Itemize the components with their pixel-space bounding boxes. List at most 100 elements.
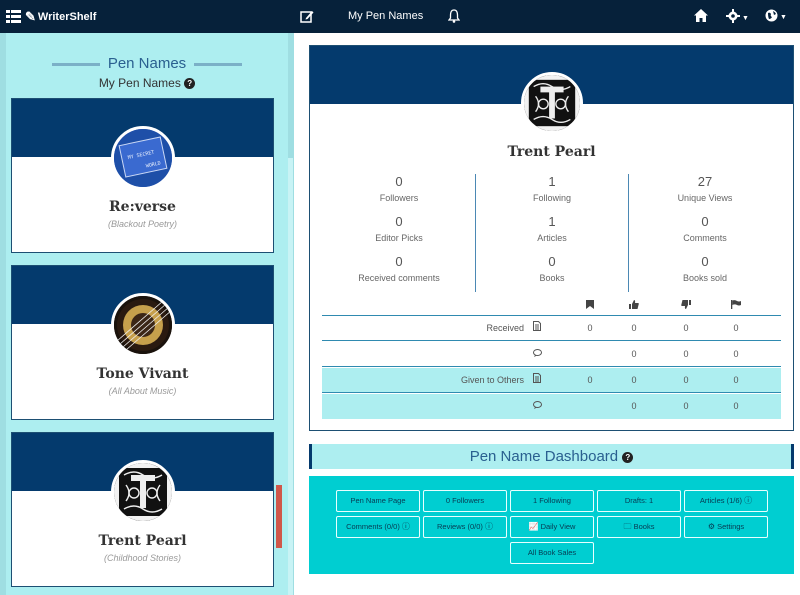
daily-view-button[interactable]: 📈 Daily View — [510, 516, 594, 538]
bookmark-count: 0 — [587, 323, 593, 333]
stats-divider — [475, 174, 476, 292]
reviews-button-label: Reviews (0/0) — [437, 522, 483, 531]
caret-down-icon: ▼ — [780, 14, 787, 22]
panel-left-border — [0, 33, 6, 595]
dashboard-heading: Pen Name Dashboard ? — [309, 444, 794, 469]
followers-count: 0 — [395, 174, 403, 189]
writershelf-logo[interactable]: ✎ WriterShelf — [25, 8, 96, 26]
gear-settings-icon[interactable]: ▼ — [726, 9, 749, 28]
panel-scrollbar-track[interactable] — [288, 158, 293, 595]
pen-name-genre: (Childhood Stories) — [103, 553, 182, 563]
pen-name-page-button[interactable]: Pen Name Page — [336, 490, 420, 512]
info-icon: ⓘ — [484, 522, 493, 531]
pen-name-card-reverse[interactable]: MY SECRET WORLD Re:verse (Blackout Poetry… — [11, 98, 274, 253]
dislikes-count: 0 — [683, 375, 689, 385]
bookmark-count: 0 — [587, 375, 593, 385]
pen-names-panel: Pen Names My Pen Names ? MY SECRET WORLD … — [0, 33, 294, 595]
likes-count: 0 — [631, 401, 637, 411]
books-button-label: Books — [633, 522, 655, 531]
articles-button[interactable]: Articles (1/6) ⓘ — [684, 490, 768, 512]
my-pen-names-label: My Pen Names — [98, 76, 181, 90]
drafts-button[interactable]: Drafts: 1 — [597, 490, 681, 512]
home-icon[interactable] — [694, 9, 708, 27]
comments-label: Comments — [683, 233, 727, 243]
panel-scrollbar-thumb[interactable] — [276, 485, 282, 548]
pen-names-heading: Pen Names — [6, 55, 288, 72]
edit-icon[interactable] — [300, 9, 314, 28]
avatar — [111, 460, 175, 524]
dashboard-panel: Pen Name Page 0 Followers 1 Following Dr… — [309, 476, 794, 574]
books-button[interactable]: 🗀 Books — [597, 516, 681, 538]
bookmark-count — [578, 394, 602, 419]
heading-dash — [194, 62, 243, 66]
globe-icon[interactable]: ▼ — [765, 9, 787, 27]
articles-label: Articles — [537, 233, 567, 243]
document-icon — [530, 316, 544, 341]
pen-name: Trent Pearl — [98, 533, 187, 549]
dislikes-count: 0 — [683, 323, 689, 333]
grid-menu-icon[interactable] — [6, 10, 21, 23]
comments-button[interactable]: Comments (0/0) ⓘ — [336, 516, 420, 538]
stats-column-1: 0 Followers 0 Editor Picks 0 Received co… — [324, 174, 474, 294]
comments-button-label: Comments (0/0) — [346, 522, 400, 531]
gear-icon: ⚙ — [707, 522, 715, 531]
summary-row-received-comments: 0 0 0 — [322, 342, 781, 367]
logo-mark-icon: ✎ — [25, 9, 36, 24]
top-navbar: ✎ WriterShelf My Pen Names ▼ ▼ — [0, 0, 800, 33]
comment-icon — [530, 394, 544, 419]
summary-row-received: Received 0 0 0 0 — [322, 316, 781, 341]
row-label: Given to Others — [460, 375, 524, 385]
likes-count: 0 — [631, 323, 637, 333]
stats-divider — [628, 174, 629, 292]
logo-text: WriterShelf — [37, 11, 97, 23]
stats-column-3: 27 Unique Views 0 Comments 0 Books sold — [630, 174, 780, 294]
pen-name-genre: (Blackout Poetry) — [107, 219, 178, 229]
pen-name: Tone Vivant — [96, 366, 189, 382]
followers-button[interactable]: 0 Followers — [423, 490, 507, 512]
help-icon[interactable]: ? — [184, 78, 196, 90]
all-book-sales-button[interactable]: All Book Sales — [510, 542, 594, 564]
bookmark-count — [578, 342, 602, 367]
nav-title[interactable]: My Pen Names — [348, 10, 423, 22]
likes-count: 0 — [631, 349, 637, 359]
books-sold-label: Books sold — [682, 273, 728, 283]
reviews-button[interactable]: Reviews (0/0) ⓘ — [423, 516, 507, 538]
dashboard-title: Pen Name Dashboard — [469, 448, 619, 465]
row-label — [322, 342, 524, 367]
avatar — [111, 293, 175, 357]
help-icon[interactable]: ? — [622, 451, 634, 463]
articles-button-label: Articles (1/6) — [699, 496, 742, 505]
stats-column-2: 1 Following 1 Articles 0 Books — [477, 174, 627, 294]
bookmark-icon — [578, 296, 602, 316]
settings-button-label: Settings — [717, 522, 745, 531]
books-count: 0 — [548, 254, 556, 269]
document-icon — [530, 368, 544, 393]
dislikes-count: 0 — [683, 349, 689, 359]
summary-row-given: Given to Others 0 0 0 0 — [322, 368, 781, 393]
row-label — [322, 394, 524, 419]
comment-icon — [530, 342, 544, 367]
avatar: MY SECRET WORLD — [111, 126, 175, 190]
pen-names-title: Pen Names — [107, 55, 187, 72]
dislikes-count: 0 — [683, 401, 689, 411]
heading-dash — [51, 62, 100, 66]
received-comments-count: 0 — [395, 254, 403, 269]
bell-icon[interactable] — [447, 9, 461, 28]
line-chart-icon: 📈 — [528, 522, 539, 531]
profile-card: Trent Pearl 0 Followers 0 Editor Picks 0… — [309, 45, 794, 431]
flags-count: 0 — [733, 349, 739, 359]
following-label: Following — [532, 193, 572, 203]
pen-name-card-tone-vivant[interactable]: Tone Vivant (All About Music) — [11, 265, 274, 420]
settings-button[interactable]: ⚙ Settings — [684, 516, 768, 538]
flags-count: 0 — [733, 401, 739, 411]
editor-picks-count: 0 — [395, 214, 403, 229]
my-pen-names-subheading: My Pen Names ? — [6, 76, 288, 90]
pen-name-card-trent-pearl[interactable]: Trent Pearl (Childhood Stories) — [11, 432, 274, 587]
folder-icon: 🗀 — [623, 522, 632, 531]
info-icon: ⓘ — [401, 522, 410, 531]
following-button[interactable]: 1 Following — [510, 490, 594, 512]
profile-name: Trent Pearl — [507, 144, 596, 160]
flags-count: 0 — [733, 323, 739, 333]
followers-label: Followers — [379, 193, 419, 203]
unique-views-count: 27 — [697, 174, 713, 189]
